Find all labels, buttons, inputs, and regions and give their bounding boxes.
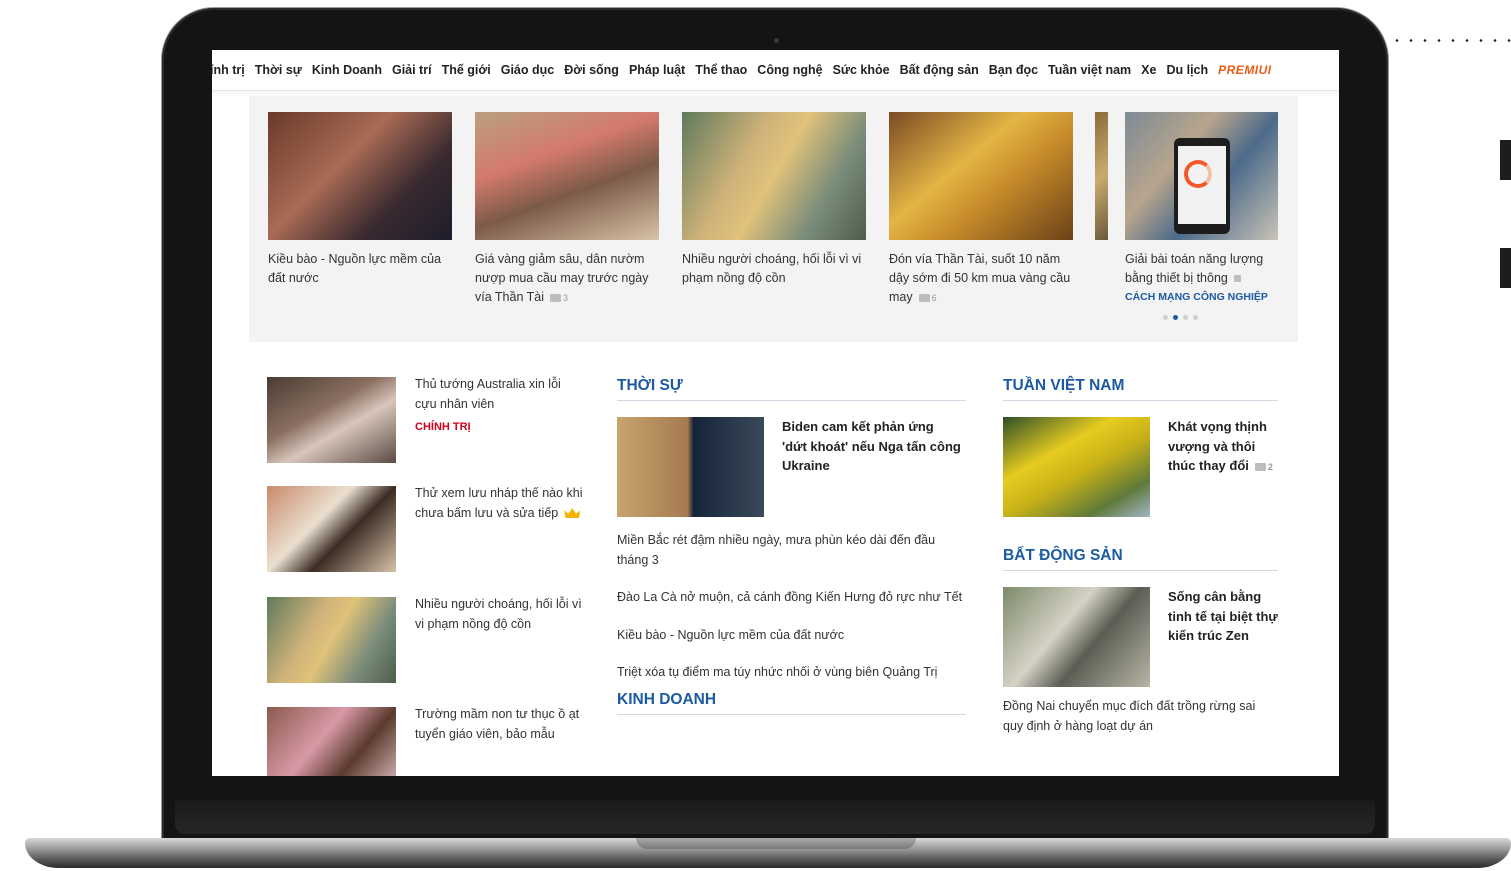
nav-item-giao-duc[interactable]: Giáo dục xyxy=(501,63,554,77)
article-thumbnail[interactable] xyxy=(267,486,396,572)
right-sections: TUẦN VIỆT NAM Khát vọng thịnh vượng và t… xyxy=(1003,377,1278,736)
featured-slider: Kiều bào - Nguồn lực mềm của đất nước Gi… xyxy=(249,96,1298,342)
slider-dot[interactable] xyxy=(1193,315,1198,320)
article-link[interactable]: Triệt xóa tụ điểm ma túy nhức nhối ở vùn… xyxy=(617,663,966,683)
slide-item[interactable]: Giá vàng giảm sâu, dân nườm nượp mua cầu… xyxy=(475,112,659,308)
article-title[interactable]: Trường mầm non tư thục ồ ạt tuyển giáo v… xyxy=(415,705,585,744)
article-title[interactable]: Thủ tướng Australia xin lỗi cựu nhân viê… xyxy=(415,375,585,414)
comment-icon xyxy=(918,293,930,302)
slide-caption-text[interactable]: Giải bài toán năng lượng bằng thiết bị t… xyxy=(1125,252,1263,285)
slide-item[interactable]: Kiều bào - Nguồn lực mềm của đất nước xyxy=(268,112,452,288)
article-title[interactable]: Nhiều người choáng, hối lỗi vì vi phạm n… xyxy=(415,595,585,634)
square-icon xyxy=(1233,275,1241,283)
browser-screen: ính trị Thời sự Kinh Doanh Giải trí Thế … xyxy=(212,50,1339,776)
slide-thumbnail[interactable] xyxy=(889,112,1073,240)
article-text[interactable]: Thử xem lưu nháp thế nào khi chưa bấm lư… xyxy=(415,484,585,523)
article-thumbnail[interactable] xyxy=(1003,587,1150,687)
featured-article[interactable]: Khát vọng thịnh vượng và thôi thúc thay … xyxy=(1003,417,1278,521)
featured-article-title[interactable]: Khát vọng thịnh vượng và thôi thúc thay … xyxy=(1168,419,1267,473)
slide-item[interactable]: Đón vía Thần Tài, suốt 10 năm dậy sớm đi… xyxy=(889,112,1073,308)
slide-item[interactable]: Giải bài toán năng lượng bằng thiết bị t… xyxy=(1125,112,1278,303)
smartphone-image xyxy=(1174,138,1230,234)
article-thumbnail[interactable] xyxy=(617,417,764,517)
slide-caption[interactable]: Giải bài toán năng lượng bằng thiết bị t… xyxy=(1125,250,1278,288)
slide-caption[interactable]: Kiều bào - Nguồn lực mềm của đất nước xyxy=(268,250,452,288)
slide-thumbnail[interactable] xyxy=(1095,112,1108,240)
nav-item-tuan-viet-nam[interactable]: Tuần việt nam xyxy=(1048,63,1131,77)
slide-thumbnail[interactable] xyxy=(682,112,866,240)
nav-item-du-lich[interactable]: Du lịch xyxy=(1166,63,1208,77)
slider-pagination[interactable] xyxy=(1163,315,1198,320)
article-text[interactable]: Thủ tướng Australia xin lỗi cựu nhân viê… xyxy=(415,375,585,438)
nav-item-bat-dong-san[interactable]: Bất động sản xyxy=(900,63,979,77)
nav-item-doi-song[interactable]: Đời sống xyxy=(564,63,619,77)
slide-category-tag[interactable]: CÁCH MẠNG CÔNG NGHIỆP xyxy=(1125,291,1278,303)
crown-icon xyxy=(564,508,581,519)
nav-item-thoi-su[interactable]: Thời sự xyxy=(255,63,302,77)
comment-icon xyxy=(1254,462,1266,471)
nav-item-giai-tri[interactable]: Giải trí xyxy=(392,63,432,77)
slide-item[interactable]: Nhiều người choáng, hối lỗi vì vi phạm n… xyxy=(682,112,866,288)
article-thumbnail[interactable] xyxy=(267,377,396,463)
slide-caption[interactable]: Nhiều người choáng, hối lỗi vì vi phạm n… xyxy=(682,250,866,288)
comment-icon xyxy=(550,293,562,302)
nav-item-phap-luat[interactable]: Pháp luật xyxy=(629,63,685,77)
nav-item-cong-nghe[interactable]: Công nghệ xyxy=(757,63,822,77)
nav-item-suc-khoe[interactable]: Sức khỏe xyxy=(833,63,890,77)
comment-count: 3 xyxy=(563,293,569,303)
slide-thumbnail[interactable] xyxy=(475,112,659,240)
slider-dot-active[interactable] xyxy=(1173,315,1178,320)
nav-item-kinh-doanh[interactable]: Kinh Doanh xyxy=(312,63,382,77)
section-heading-thoi-su[interactable]: THỜI SỰ xyxy=(617,377,966,401)
article-thumbnail[interactable] xyxy=(1003,417,1150,517)
comment-count: 2 xyxy=(1267,462,1273,472)
slide-thumbnail[interactable] xyxy=(268,112,452,240)
thoi-su-section: THỜI SỰ Biden cam kết phản ứng 'dứt khoá… xyxy=(617,377,966,715)
list-item[interactable]: Nhiều người choáng, hối lỗi vì vi phạm n… xyxy=(267,597,587,685)
laptop-bezel xyxy=(175,800,1375,834)
nav-item-the-gioi[interactable]: Thế giới xyxy=(442,63,491,77)
section-heading-bat-dong-san[interactable]: BẤT ĐỘNG SẢN xyxy=(1003,547,1278,571)
list-item[interactable]: Thủ tướng Australia xin lỗi cựu nhân viê… xyxy=(267,377,587,465)
slide-caption[interactable]: Đón vía Thần Tài, suốt 10 năm dậy sớm đi… xyxy=(889,250,1073,308)
section-heading-tuan-viet-nam[interactable]: TUẦN VIỆT NAM xyxy=(1003,377,1278,401)
slide-thumbnail[interactable] xyxy=(1125,112,1278,240)
article-link[interactable]: Kiều bào - Nguồn lực mềm của đất nước xyxy=(617,626,966,646)
slide-item-partial[interactable] xyxy=(1095,112,1108,240)
slide-caption-text[interactable]: Giá vàng giảm sâu, dân nườm nượp mua cầu… xyxy=(475,252,648,304)
list-item[interactable]: Trường mầm non tư thục ồ ạt tuyển giáo v… xyxy=(267,707,587,776)
featured-article-title[interactable]: Sống cân bằng tinh tế tại biệt thự kiến … xyxy=(1168,587,1278,646)
featured-article-title-wrap[interactable]: Khát vọng thịnh vượng và thôi thúc thay … xyxy=(1168,417,1278,478)
slider-dot[interactable] xyxy=(1163,315,1168,320)
decorative-dotted-line xyxy=(1390,39,1511,42)
nav-item-chinh-tri[interactable]: ính trị xyxy=(212,63,245,77)
nav-item-premium[interactable]: PREMIUI xyxy=(1218,63,1272,77)
featured-article-title[interactable]: Biden cam kết phản ứng 'dứt khoát' nếu N… xyxy=(782,417,962,476)
comment-count: 6 xyxy=(931,293,937,303)
article-link[interactable]: Đào La Cà nở muộn, cả cánh đồng Kiến Hưn… xyxy=(617,588,966,608)
webcam xyxy=(774,38,779,43)
article-link[interactable]: Miền Bắc rét đậm nhiều ngày, mưa phùn ké… xyxy=(617,531,966,570)
category-tag[interactable]: CHÍNH TRỊ xyxy=(415,418,585,438)
section-heading-kinh-doanh[interactable]: KINH DOANH xyxy=(617,691,966,715)
featured-article[interactable]: Biden cam kết phản ứng 'dứt khoát' nếu N… xyxy=(617,417,966,521)
decorative-bar xyxy=(1500,248,1511,288)
article-link[interactable]: Đồng Nai chuyển mục đích đất trồng rừng … xyxy=(1003,697,1278,736)
slider-dot[interactable] xyxy=(1183,315,1188,320)
list-item[interactable]: Thử xem lưu nháp thế nào khi chưa bấm lư… xyxy=(267,486,587,574)
article-title[interactable]: Thử xem lưu nháp thế nào khi chưa bấm lư… xyxy=(415,486,583,520)
category-nav: ính trị Thời sự Kinh Doanh Giải trí Thế … xyxy=(212,50,1339,91)
nav-item-xe[interactable]: Xe xyxy=(1141,63,1156,77)
laptop-notch xyxy=(636,838,916,849)
nav-item-ban-doc[interactable]: Bạn đọc xyxy=(989,63,1038,77)
slide-caption-text[interactable]: Đón vía Thần Tài, suốt 10 năm dậy sớm đi… xyxy=(889,252,1070,304)
nav-item-the-thao[interactable]: Thể thao xyxy=(695,63,747,77)
article-thumbnail[interactable] xyxy=(267,597,396,683)
decorative-bar xyxy=(1500,140,1511,180)
featured-article[interactable]: Sống cân bằng tinh tế tại biệt thự kiến … xyxy=(1003,587,1278,697)
slide-caption[interactable]: Giá vàng giảm sâu, dân nườm nượp mua cầu… xyxy=(475,250,659,308)
article-thumbnail[interactable] xyxy=(267,707,396,776)
